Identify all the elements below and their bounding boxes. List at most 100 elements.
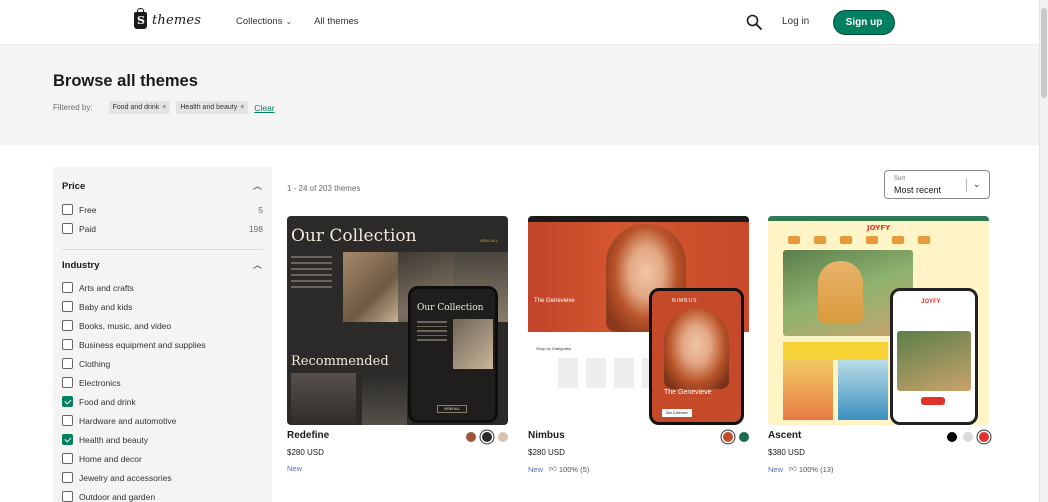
phone-title: Our Collection <box>417 303 484 313</box>
checkbox[interactable] <box>62 491 73 502</box>
chip-label: Food and drink <box>112 104 160 111</box>
phone-photo <box>897 331 971 391</box>
checkbox[interactable] <box>62 415 73 426</box>
swatch[interactable] <box>466 432 476 442</box>
theme-name[interactable]: Redefine <box>287 430 329 441</box>
theme-meta: New 👍︎ 100% (5) <box>528 464 589 474</box>
signup-button[interactable]: Sign up <box>833 10 895 35</box>
nav-all-themes[interactable]: All themes <box>314 16 358 27</box>
filter-industry-home-and-decor[interactable]: Home and decor <box>62 453 263 464</box>
theme-preview-image[interactable]: JOYFY JOYFY <box>768 216 989 425</box>
filter-industry-health-and-beauty[interactable]: Health and beauty <box>62 434 263 445</box>
checkbox[interactable] <box>62 339 73 350</box>
filter-label: Outdoor and garden <box>79 491 156 502</box>
filter-label: Home and decor <box>79 453 142 464</box>
logo-text: themes <box>152 13 202 28</box>
close-icon[interactable]: × <box>162 104 166 111</box>
swatch-selected[interactable] <box>979 432 989 442</box>
chip-label: Health and beauty <box>180 104 238 111</box>
rating: 👍︎ 100% (13) <box>789 464 833 474</box>
new-badge: New <box>287 464 303 473</box>
filter-label: Jewelry and accessories <box>79 472 172 483</box>
filter-industry-hardware-automotive[interactable]: Hardware and automotive <box>62 415 263 426</box>
phone-brand: JOYFY <box>921 299 941 305</box>
scrollbar-thumb[interactable] <box>1041 8 1047 98</box>
filter-chip-food-and-drink[interactable]: Food and drink × <box>108 101 171 114</box>
filter-industry-arts-and-crafts[interactable]: Arts and crafts <box>62 282 263 293</box>
preview-headline: Our Collection <box>291 226 417 246</box>
theme-card-redefine[interactable]: Our Collection VIEW ALL Recommended Our … <box>287 216 508 473</box>
theme-meta: New <box>287 464 302 473</box>
checkbox[interactable] <box>62 472 73 483</box>
theme-name[interactable]: Nimbus <box>528 430 565 441</box>
theme-meta: New 👍︎ 100% (13) <box>768 464 833 474</box>
filter-count: 198 <box>248 223 263 234</box>
preview-headline: The Genevieve <box>534 298 575 304</box>
filter-price-paid[interactable]: Paid 198 <box>62 223 263 234</box>
section-divider <box>62 249 263 250</box>
theme-card-ascent[interactable]: JOYFY JOYFY Ascent $380 USD New 👍︎ 100% <box>768 216 989 474</box>
search-icon[interactable] <box>746 14 762 30</box>
nav-collections[interactable]: Collections ⌄ <box>236 16 292 27</box>
checkbox-checked[interactable] <box>62 396 73 407</box>
sort-select[interactable]: Sort Most recent ⌄ <box>884 170 990 199</box>
thumbs-up-icon: 👍︎ <box>549 464 557 473</box>
checkbox[interactable] <box>62 358 73 369</box>
theme-preview-image[interactable]: The Genevieve Shop by Categories NIMBUS … <box>528 216 749 425</box>
filter-industry-outdoor-and-garden[interactable]: Outdoor and garden <box>62 491 263 502</box>
theme-preview-image[interactable]: Our Collection VIEW ALL Recommended Our … <box>287 216 508 425</box>
checkbox-checked[interactable] <box>62 434 73 445</box>
preview-photo <box>783 360 833 420</box>
filter-industry-electronics[interactable]: Electronics <box>62 377 263 388</box>
chevron-up-icon[interactable]: ︿ <box>253 258 262 271</box>
swatch-selected[interactable] <box>482 432 492 442</box>
phone-button: See Collection <box>662 409 692 417</box>
preview-view-all: VIEW ALL <box>479 238 498 243</box>
checkbox[interactable] <box>62 282 73 293</box>
filter-industry-food-and-drink[interactable]: Food and drink <box>62 396 263 407</box>
checkbox[interactable] <box>62 320 73 331</box>
shopify-bag-icon <box>134 8 147 29</box>
checkbox[interactable] <box>62 377 73 388</box>
industry-section-title[interactable]: Industry <box>62 260 99 271</box>
filter-industry-baby-and-kids[interactable]: Baby and kids <box>62 301 263 312</box>
shopify-themes-logo[interactable]: themes <box>134 8 202 29</box>
filter-industry-books-music-video[interactable]: Books, music, and video <box>62 320 263 331</box>
top-header: themes Collections ⌄ All themes Log in S… <box>0 0 1039 45</box>
swatch[interactable] <box>947 432 957 442</box>
results-count: 1 - 24 of 203 themes <box>287 184 361 193</box>
close-icon[interactable]: × <box>240 104 244 111</box>
swatch[interactable] <box>963 432 973 442</box>
filter-label: Health and beauty <box>79 434 148 445</box>
preview-phone-mockup: Our Collection VIEW ALL <box>408 286 498 423</box>
preview-text-lines <box>291 256 336 306</box>
checkbox[interactable] <box>62 204 73 215</box>
swatch[interactable] <box>739 432 749 442</box>
filter-industry-business-equipment[interactable]: Business equipment and supplies <box>62 339 263 350</box>
rating: 👍︎ 100% (5) <box>549 464 589 474</box>
chevron-up-icon[interactable]: ︿ <box>253 179 262 192</box>
price-section-title[interactable]: Price <box>62 181 85 192</box>
filter-chip-health-and-beauty[interactable]: Health and beauty × <box>176 101 249 114</box>
vertical-scrollbar[interactable] <box>1039 0 1048 502</box>
checkbox[interactable] <box>62 301 73 312</box>
phone-headline: The Genevieve <box>664 389 712 396</box>
theme-card-nimbus[interactable]: The Genevieve Shop by Categories NIMBUS … <box>528 216 749 474</box>
preview-categories <box>788 236 930 244</box>
swatch[interactable] <box>498 432 508 442</box>
preview-photo <box>291 373 356 425</box>
filter-price-free[interactable]: Free 5 <box>62 204 263 215</box>
new-badge: New <box>528 464 544 474</box>
login-link[interactable]: Log in <box>782 16 809 27</box>
active-filters: Filtered by: Food and drink × Health and… <box>53 101 275 114</box>
checkbox[interactable] <box>62 453 73 464</box>
clear-filters-link[interactable]: Clear <box>254 103 274 113</box>
filter-industry-clothing[interactable]: Clothing <box>62 358 263 369</box>
sort-divider <box>966 178 967 192</box>
phone-button <box>921 397 945 405</box>
theme-name[interactable]: Ascent <box>768 430 801 441</box>
filter-sidebar: Price ︿ Free 5 Paid 198 Industry ︿ Arts … <box>53 167 272 502</box>
checkbox[interactable] <box>62 223 73 234</box>
filter-industry-jewelry-accessories[interactable]: Jewelry and accessories <box>62 472 263 483</box>
swatch-selected[interactable] <box>723 432 733 442</box>
